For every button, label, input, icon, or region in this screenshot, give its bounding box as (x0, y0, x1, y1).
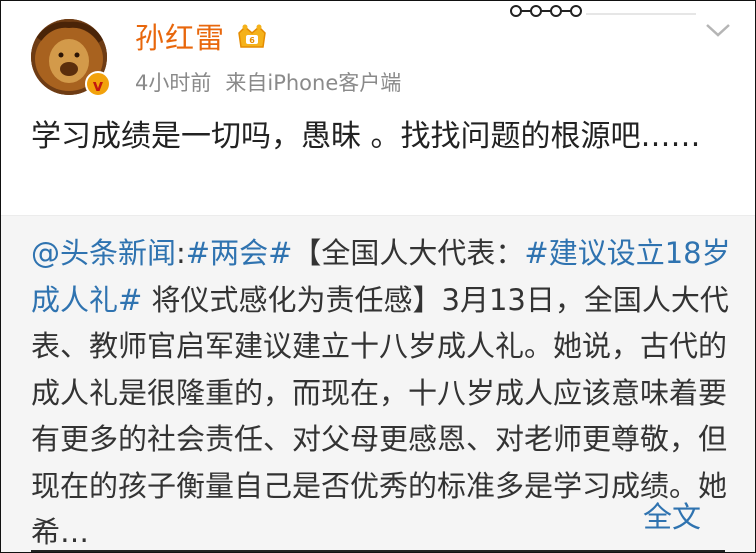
svg-text:6: 6 (249, 36, 255, 45)
user-name[interactable]: 孙红雷 (135, 15, 225, 57)
divider (31, 550, 725, 552)
chevron-down-icon[interactable] (705, 21, 731, 39)
repost-body: 将仪式感化为责任感】3月13日，全国人大代表、教师官启军建议建立十八岁成人礼。她… (31, 282, 729, 550)
vip-crown-icon: 6 (238, 24, 266, 48)
repost-author-link[interactable]: @头条新闻 (31, 236, 176, 270)
post-source: 来自iPhone客户端 (225, 71, 402, 95)
verified-badge-icon: v (85, 71, 111, 97)
post-text: 学习成绩是一切吗，愚昧 。找找问题的根源吧…… (31, 119, 701, 154)
repost-text: @头条新闻:#两会#【全国人大代表：#建议设立18岁成人礼# 将仪式感化为责任感… (31, 230, 731, 552)
read-more-link[interactable]: 全文 (643, 494, 701, 541)
post-header: v 孙红雷 6 4小时前 来自iPhone客户端 (1, 1, 755, 101)
repost-title-open: 【全国人大代表： (292, 236, 525, 270)
post-time: 4小时前 (135, 71, 212, 95)
repost-block[interactable]: @头条新闻:#两会#【全国人大代表：#建议设立18岁成人礼# 将仪式感化为责任感… (1, 215, 755, 552)
post-meta: 4小时前 来自iPhone客户端 (135, 67, 401, 97)
hashtag-link-lianghui[interactable]: #两会# (186, 236, 293, 270)
weibo-post-card: v 孙红雷 6 4小时前 来自iPhone客户端 学习成绩是一切吗，愚昧 。找找问… (0, 0, 756, 553)
colon: : (176, 236, 186, 270)
